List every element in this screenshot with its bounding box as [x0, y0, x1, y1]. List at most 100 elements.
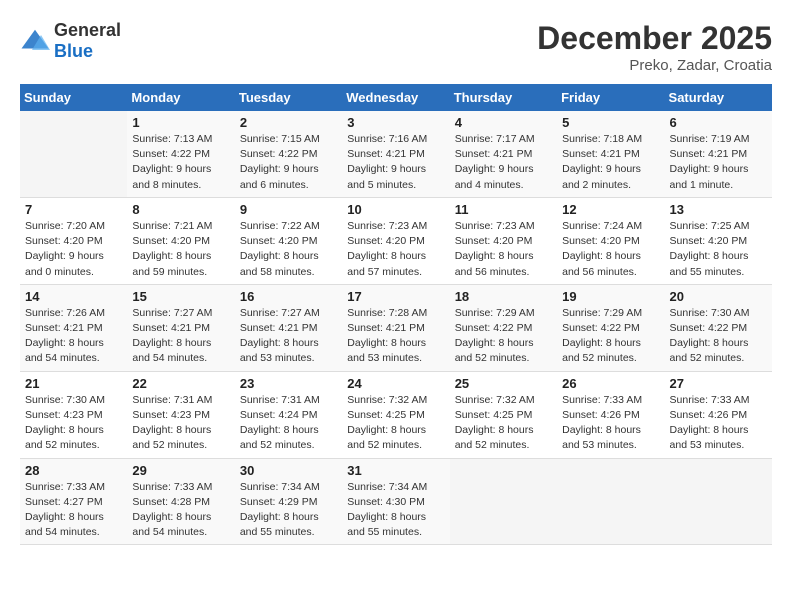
calendar-cell: 25 Sunrise: 7:32 AMSunset: 4:25 PMDayligh… — [450, 371, 557, 458]
day-number: 19 — [562, 289, 659, 304]
day-number: 20 — [670, 289, 767, 304]
calendar-cell — [665, 458, 772, 545]
week-row-4: 21 Sunrise: 7:30 AMSunset: 4:23 PMDayligh… — [20, 371, 772, 458]
calendar-cell: 11 Sunrise: 7:23 AMSunset: 4:20 PMDayligh… — [450, 197, 557, 284]
day-info: Sunrise: 7:18 AMSunset: 4:21 PMDaylight:… — [562, 132, 659, 193]
day-info: Sunrise: 7:23 AMSunset: 4:20 PMDaylight:… — [347, 219, 444, 280]
day-info: Sunrise: 7:16 AMSunset: 4:21 PMDaylight:… — [347, 132, 444, 193]
day-number: 30 — [240, 463, 337, 478]
calendar-cell: 5 Sunrise: 7:18 AMSunset: 4:21 PMDaylight… — [557, 111, 664, 197]
logo: General Blue — [20, 20, 121, 62]
day-number: 22 — [132, 376, 229, 391]
calendar-cell: 21 Sunrise: 7:30 AMSunset: 4:23 PMDayligh… — [20, 371, 127, 458]
day-number: 1 — [132, 115, 229, 130]
day-info: Sunrise: 7:24 AMSunset: 4:20 PMDaylight:… — [562, 219, 659, 280]
calendar-cell: 12 Sunrise: 7:24 AMSunset: 4:20 PMDayligh… — [557, 197, 664, 284]
day-info: Sunrise: 7:28 AMSunset: 4:21 PMDaylight:… — [347, 306, 444, 367]
calendar-cell: 26Sunrise: 7:33 AMSunset: 4:26 PMDayligh… — [557, 371, 664, 458]
day-info: Sunrise: 7:30 AMSunset: 4:23 PMDaylight:… — [25, 393, 122, 454]
month-title: December 2025 — [537, 20, 772, 57]
day-number: 24 — [347, 376, 444, 391]
day-info: Sunrise: 7:13 AMSunset: 4:22 PMDaylight:… — [132, 132, 229, 193]
day-info: Sunrise: 7:26 AMSunset: 4:21 PMDaylight:… — [25, 306, 122, 367]
day-info: Sunrise: 7:32 AMSunset: 4:25 PMDaylight:… — [455, 393, 552, 454]
calendar-cell: 17Sunrise: 7:28 AMSunset: 4:21 PMDayligh… — [342, 284, 449, 371]
calendar-cell: 8 Sunrise: 7:21 AMSunset: 4:20 PMDaylight… — [127, 197, 234, 284]
day-info: Sunrise: 7:17 AMSunset: 4:21 PMDaylight:… — [455, 132, 552, 193]
day-info: Sunrise: 7:31 AMSunset: 4:24 PMDaylight:… — [240, 393, 337, 454]
day-number: 16 — [240, 289, 337, 304]
day-info: Sunrise: 7:34 AMSunset: 4:30 PMDaylight:… — [347, 480, 444, 541]
day-info: Sunrise: 7:25 AMSunset: 4:20 PMDaylight:… — [670, 219, 767, 280]
day-info: Sunrise: 7:19 AMSunset: 4:21 PMDaylight:… — [670, 132, 767, 193]
calendar-cell: 1 Sunrise: 7:13 AMSunset: 4:22 PMDaylight… — [127, 111, 234, 197]
calendar-cell: 30 Sunrise: 7:34 AMSunset: 4:29 PMDayligh… — [235, 458, 342, 545]
day-info: Sunrise: 7:33 AMSunset: 4:26 PMDaylight:… — [562, 393, 659, 454]
calendar-header-row: SundayMondayTuesdayWednesdayThursdayFrid… — [20, 84, 772, 111]
calendar-cell — [450, 458, 557, 545]
calendar-cell: 28 Sunrise: 7:33 AMSunset: 4:27 PMDayligh… — [20, 458, 127, 545]
logo-text: General Blue — [54, 20, 121, 62]
day-info: Sunrise: 7:22 AMSunset: 4:20 PMDaylight:… — [240, 219, 337, 280]
day-info: Sunrise: 7:29 AMSunset: 4:22 PMDaylight:… — [562, 306, 659, 367]
week-row-2: 7 Sunrise: 7:20 AMSunset: 4:20 PMDaylight… — [20, 197, 772, 284]
day-number: 15 — [132, 289, 229, 304]
logo-icon — [20, 26, 50, 56]
calendar-cell: 15 Sunrise: 7:27 AMSunset: 4:21 PMDayligh… — [127, 284, 234, 371]
day-number: 28 — [25, 463, 122, 478]
col-header-saturday: Saturday — [665, 84, 772, 111]
calendar-cell: 23 Sunrise: 7:31 AMSunset: 4:24 PMDayligh… — [235, 371, 342, 458]
calendar-cell: 6 Sunrise: 7:19 AMSunset: 4:21 PMDaylight… — [665, 111, 772, 197]
calendar-cell: 2Sunrise: 7:15 AMSunset: 4:22 PMDaylight… — [235, 111, 342, 197]
calendar-cell: 22 Sunrise: 7:31 AMSunset: 4:23 PMDayligh… — [127, 371, 234, 458]
title-section: December 2025 Preko, Zadar, Croatia — [537, 20, 772, 74]
col-header-wednesday: Wednesday — [342, 84, 449, 111]
day-info: Sunrise: 7:29 AMSunset: 4:22 PMDaylight:… — [455, 306, 552, 367]
location: Preko, Zadar, Croatia — [537, 57, 772, 74]
day-number: 29 — [132, 463, 229, 478]
day-number: 4 — [455, 115, 552, 130]
calendar-cell: 4 Sunrise: 7:17 AMSunset: 4:21 PMDaylight… — [450, 111, 557, 197]
day-number: 8 — [132, 202, 229, 217]
col-header-friday: Friday — [557, 84, 664, 111]
day-info: Sunrise: 7:27 AMSunset: 4:21 PMDaylight:… — [240, 306, 337, 367]
week-row-1: 1 Sunrise: 7:13 AMSunset: 4:22 PMDaylight… — [20, 111, 772, 197]
day-number: 14 — [25, 289, 122, 304]
col-header-tuesday: Tuesday — [235, 84, 342, 111]
day-number: 11 — [455, 202, 552, 217]
day-info: Sunrise: 7:20 AMSunset: 4:20 PMDaylight:… — [25, 219, 122, 280]
day-info: Sunrise: 7:23 AMSunset: 4:20 PMDaylight:… — [455, 219, 552, 280]
day-info: Sunrise: 7:33 AMSunset: 4:28 PMDaylight:… — [132, 480, 229, 541]
calendar-table: SundayMondayTuesdayWednesdayThursdayFrid… — [20, 84, 772, 545]
day-info: Sunrise: 7:27 AMSunset: 4:21 PMDaylight:… — [132, 306, 229, 367]
day-number: 5 — [562, 115, 659, 130]
calendar-cell: 13 Sunrise: 7:25 AMSunset: 4:20 PMDayligh… — [665, 197, 772, 284]
day-number: 18 — [455, 289, 552, 304]
calendar-cell: 18 Sunrise: 7:29 AMSunset: 4:22 PMDayligh… — [450, 284, 557, 371]
calendar-cell — [557, 458, 664, 545]
day-number: 27 — [670, 376, 767, 391]
day-number: 21 — [25, 376, 122, 391]
calendar-cell: 29 Sunrise: 7:33 AMSunset: 4:28 PMDayligh… — [127, 458, 234, 545]
day-number: 23 — [240, 376, 337, 391]
day-info: Sunrise: 7:21 AMSunset: 4:20 PMDaylight:… — [132, 219, 229, 280]
day-number: 25 — [455, 376, 552, 391]
calendar-cell: 27Sunrise: 7:33 AMSunset: 4:26 PMDayligh… — [665, 371, 772, 458]
calendar-cell: 24Sunrise: 7:32 AMSunset: 4:25 PMDayligh… — [342, 371, 449, 458]
day-info: Sunrise: 7:33 AMSunset: 4:27 PMDaylight:… — [25, 480, 122, 541]
day-number: 3 — [347, 115, 444, 130]
day-number: 9 — [240, 202, 337, 217]
day-number: 7 — [25, 202, 122, 217]
day-info: Sunrise: 7:34 AMSunset: 4:29 PMDaylight:… — [240, 480, 337, 541]
day-number: 2 — [240, 115, 337, 130]
day-number: 13 — [670, 202, 767, 217]
calendar-cell: 3 Sunrise: 7:16 AMSunset: 4:21 PMDaylight… — [342, 111, 449, 197]
calendar-cell: 19 Sunrise: 7:29 AMSunset: 4:22 PMDayligh… — [557, 284, 664, 371]
calendar-cell: 20 Sunrise: 7:30 AMSunset: 4:22 PMDayligh… — [665, 284, 772, 371]
day-number: 12 — [562, 202, 659, 217]
week-row-5: 28 Sunrise: 7:33 AMSunset: 4:27 PMDayligh… — [20, 458, 772, 545]
calendar-cell: 7 Sunrise: 7:20 AMSunset: 4:20 PMDaylight… — [20, 197, 127, 284]
day-info: Sunrise: 7:31 AMSunset: 4:23 PMDaylight:… — [132, 393, 229, 454]
day-info: Sunrise: 7:30 AMSunset: 4:22 PMDaylight:… — [670, 306, 767, 367]
day-number: 6 — [670, 115, 767, 130]
